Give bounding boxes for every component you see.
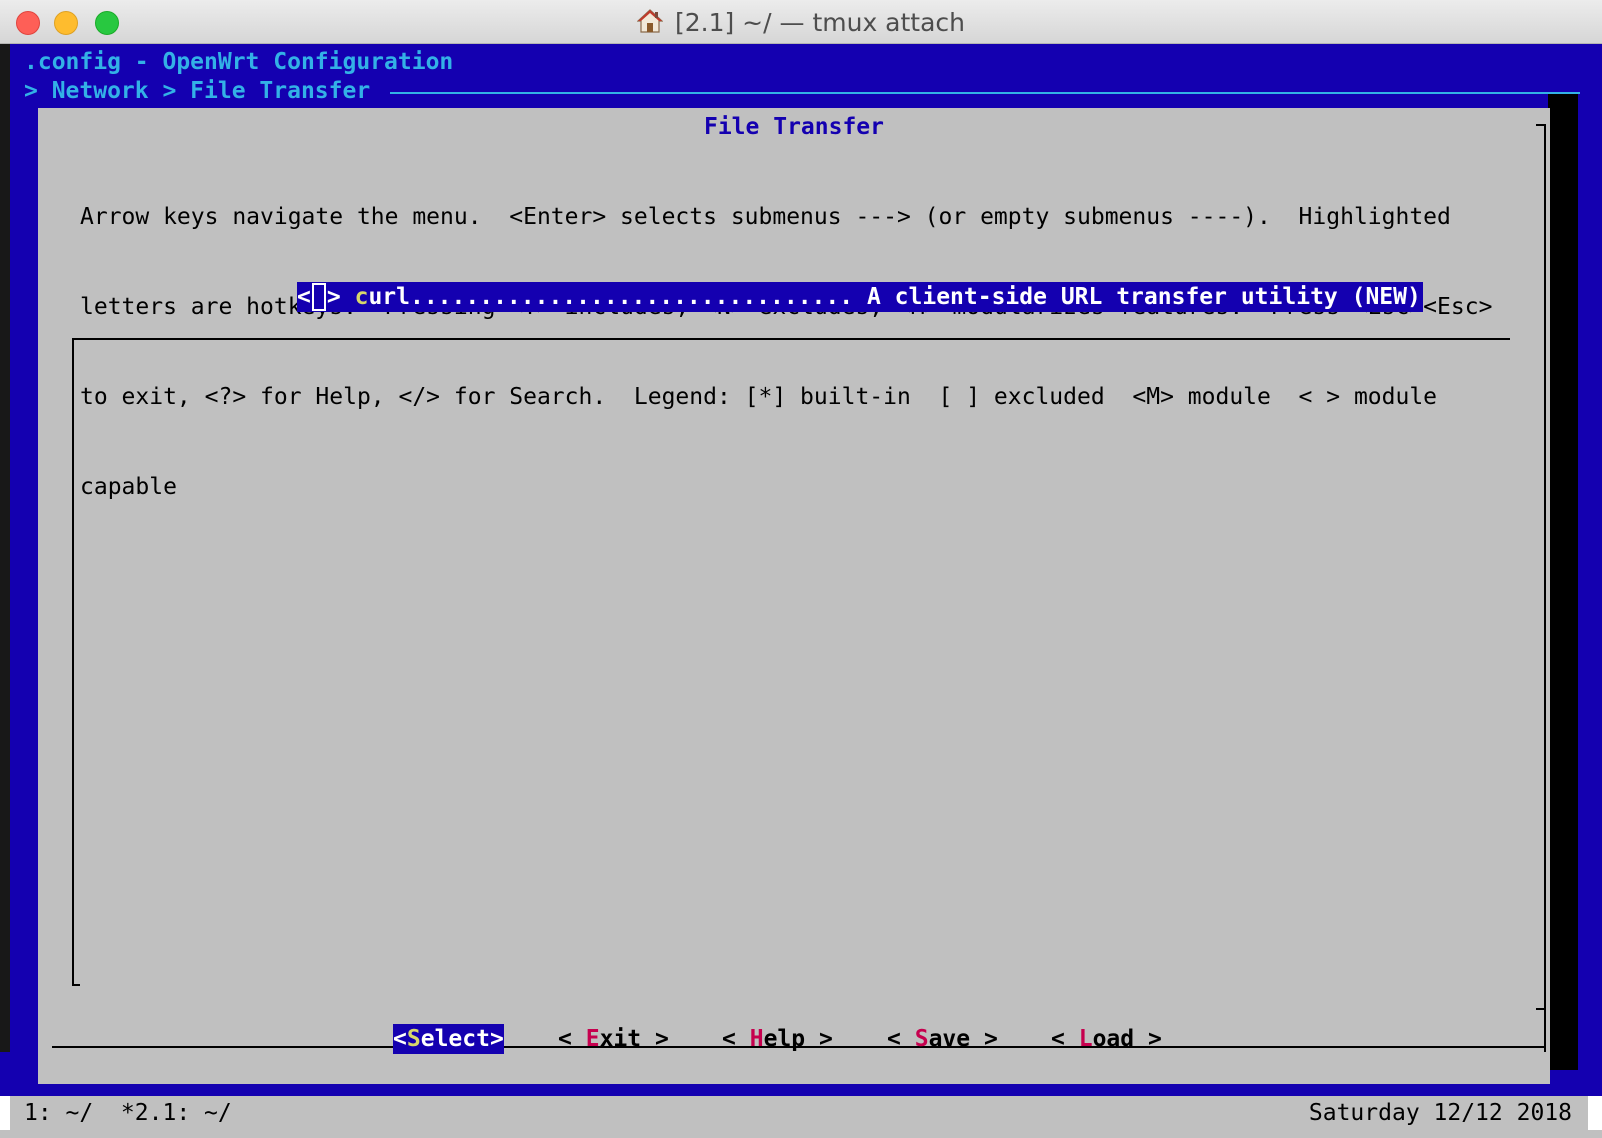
help-button[interactable]: < Help > [722, 1024, 833, 1054]
window-title-area: [2.1] ~/ — tmux attach [0, 0, 1602, 44]
breadcrumb: > Network > File Transfer [24, 78, 371, 104]
window-title: [2.1] ~/ — tmux attach [674, 7, 966, 37]
menu-item-open-bracket: < [297, 284, 311, 310]
module-toggle-box[interactable] [311, 283, 326, 311]
select-button[interactable]: <Select> [393, 1024, 504, 1054]
load-button[interactable]: < Load > [1051, 1024, 1162, 1054]
menu-item-hotkey: c [354, 284, 369, 310]
window-titlebar: [2.1] ~/ — tmux attach [0, 0, 1602, 44]
tmux-status-bar: 1: ~/ *2.1: ~/ Saturday 12/12 2018 [10, 1096, 1588, 1130]
config-title: .config - OpenWrt Configuration [24, 49, 454, 75]
file-transfer-dialog: File Transfer Arrow keys navigate the me… [38, 108, 1550, 1084]
dialog-frame-corner [1536, 1008, 1546, 1010]
dialog-frame-right [1544, 124, 1546, 1052]
dialog-shadow-right [1548, 94, 1578, 1070]
status-date: Saturday 12/12 2018 [1308, 1100, 1572, 1126]
save-button[interactable]: < Save > [887, 1024, 998, 1054]
terminal-left-edge [0, 44, 10, 1052]
exit-button[interactable]: < Exit > [558, 1024, 669, 1054]
menu-item-name: url [368, 284, 410, 310]
tmux-window-list[interactable]: 1: ~/ *2.1: ~/ [24, 1096, 232, 1130]
menu-item-curl[interactable]: < > c url................................ … [297, 282, 1423, 312]
menu-list [72, 338, 1510, 986]
menu-item-description: A client-side URL transfer utility (NEW) [866, 284, 1421, 310]
help-line: Arrow keys navigate the menu. <Enter> se… [80, 204, 1451, 230]
dialog-title: File Transfer [703, 114, 884, 140]
menu-list-corner [72, 984, 80, 986]
home-icon [636, 9, 663, 33]
breadcrumb-rule [390, 92, 1580, 94]
menu-item-dots: ................................ [409, 284, 854, 310]
menu-item-close-bracket: > [326, 284, 341, 310]
window-bottom-edge [0, 1130, 1602, 1138]
